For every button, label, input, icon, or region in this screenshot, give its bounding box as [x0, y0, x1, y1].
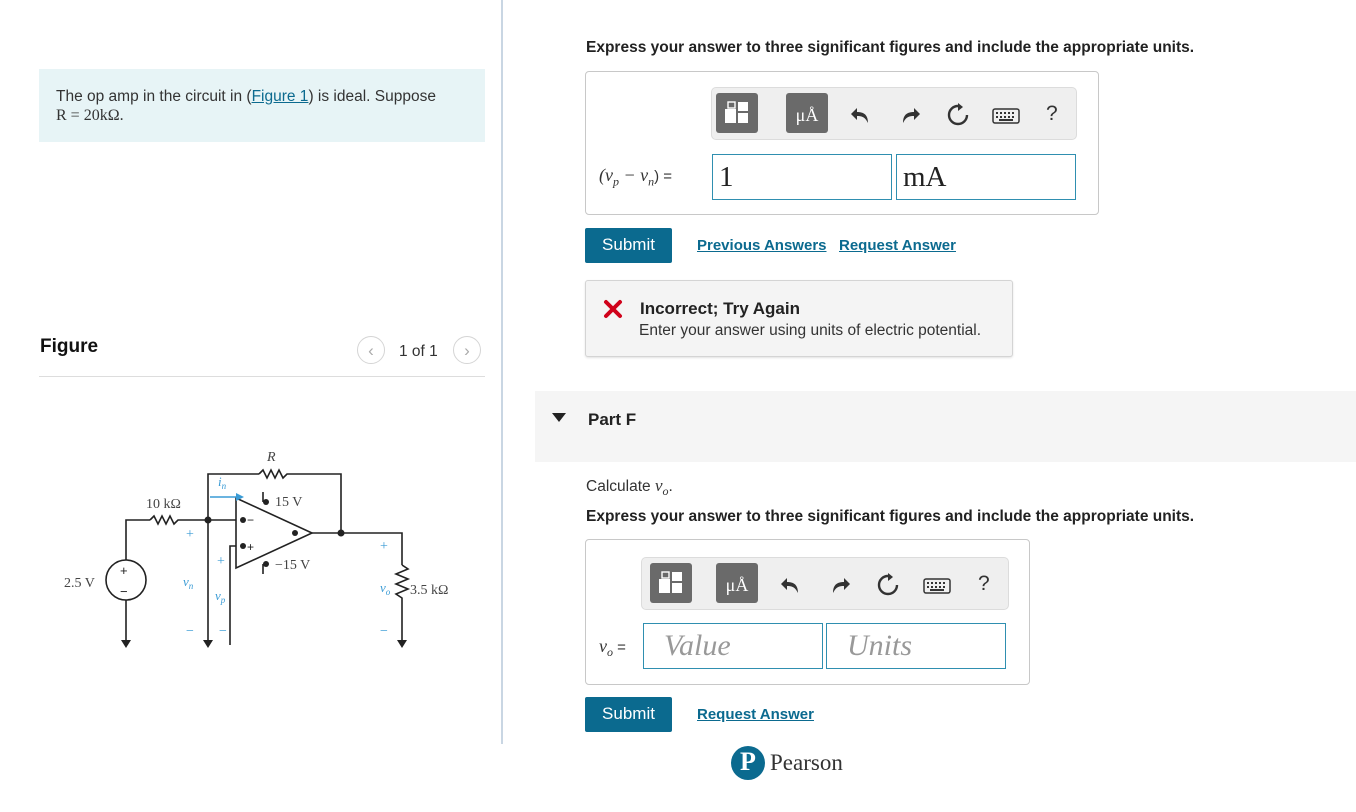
inverting-terminal: − [247, 513, 254, 527]
vo-minus: − [380, 624, 388, 639]
units-icon: μÅ [725, 575, 749, 595]
templates-button[interactable] [650, 563, 692, 603]
figure-page-count: 1 of 1 [399, 343, 438, 360]
in-label: in [218, 474, 227, 491]
source-minus: − [120, 584, 128, 599]
part-f-expression-label: vo = [599, 636, 626, 659]
feedback-message: Enter your answer using units of electri… [639, 322, 982, 339]
r1-label: 10 kΩ [146, 497, 181, 512]
chevron-right-icon: › [464, 341, 470, 360]
source-plus: + [120, 563, 128, 578]
given-value: R = 20kΩ. [56, 107, 124, 124]
error-x-icon [604, 300, 622, 318]
part-f-units-input[interactable]: Units [826, 623, 1006, 669]
undo-icon[interactable] [849, 103, 873, 127]
part-f-instruction: Express your answer to three significant… [586, 508, 1195, 525]
problem-statement: The op amp in the circuit in (Figure 1) … [56, 87, 436, 125]
part-f-heading: Part F [588, 410, 637, 429]
part-e-expression-label: (vp − vn) = [599, 165, 673, 189]
part-f-header[interactable] [535, 391, 1356, 462]
units-button[interactable]: μÅ [786, 93, 828, 133]
part-e-toolbar: μÅ ? [711, 87, 1077, 140]
part-e-value-input[interactable]: 1 [712, 154, 892, 200]
part-f-prompt: Calculate vo. [586, 476, 673, 499]
chevron-left-icon: ‹ [368, 341, 374, 360]
part-e-instruction: Express your answer to three significant… [586, 39, 1195, 56]
previous-answers-link[interactable]: Previous Answers [697, 237, 827, 254]
circuit-diagram: + − − + R 10 kΩ 2.5 V 15 V −15 V 3.5 kΩ … [64, 450, 448, 648]
units-icon: μÅ [795, 105, 819, 125]
figure-heading: Figure [40, 336, 99, 357]
reset-icon[interactable] [876, 573, 900, 597]
vo-plus: + [380, 539, 388, 554]
vn-plus: + [186, 527, 194, 542]
vo-label: vo [380, 580, 391, 597]
redo-icon[interactable] [898, 103, 922, 127]
redo-icon[interactable] [828, 573, 852, 597]
vn-minus: − [186, 624, 194, 639]
units-button[interactable]: μÅ [716, 563, 758, 603]
keyboard-icon[interactable] [923, 577, 951, 595]
part-f-request-answer-link[interactable]: Request Answer [697, 706, 814, 723]
help-icon[interactable]: ? [1046, 102, 1058, 126]
reset-icon[interactable] [946, 103, 970, 127]
problem-text-start: The op amp in the circuit in ( [56, 88, 252, 105]
source-label: 2.5 V [64, 576, 95, 591]
part-f-value-input[interactable]: Value [643, 623, 823, 669]
figure-prev-button[interactable]: ‹ [357, 336, 385, 364]
vp-minus: − [219, 624, 227, 639]
vn-label: vn [183, 574, 194, 591]
vp-label: vp [215, 588, 226, 605]
undo-icon[interactable] [779, 573, 803, 597]
noninverting-terminal: + [247, 540, 254, 554]
help-icon[interactable]: ? [978, 572, 990, 596]
part-e-units-input[interactable]: mA [896, 154, 1076, 200]
part-f-toolbar: μÅ ? [641, 557, 1009, 610]
part-f-submit-button[interactable]: Submit [585, 697, 672, 732]
part-e-request-answer-link[interactable]: Request Answer [839, 237, 956, 254]
load-label: 3.5 kΩ [410, 583, 448, 598]
part-e-submit-button[interactable]: Submit [585, 228, 672, 263]
caret-down-icon[interactable] [552, 413, 566, 423]
figure-link[interactable]: Figure 1 [252, 88, 309, 105]
column-divider [501, 0, 503, 744]
problem-text-end: ) is ideal. Suppose [308, 88, 436, 105]
feedback-title: Incorrect; Try Again [640, 299, 800, 318]
pos-supply-label: 15 V [275, 495, 302, 510]
figure-next-button[interactable]: › [453, 336, 481, 364]
r-label: R [266, 450, 276, 465]
keyboard-icon[interactable] [992, 107, 1020, 125]
pearson-logo-icon: P [731, 746, 765, 780]
templates-button[interactable] [716, 93, 758, 133]
vp-plus: + [217, 554, 225, 569]
templates-icon [725, 101, 748, 123]
pearson-brand: Pearson [770, 750, 843, 775]
templates-icon [659, 571, 682, 593]
neg-supply-label: −15 V [275, 558, 310, 573]
figure-divider [39, 376, 485, 377]
